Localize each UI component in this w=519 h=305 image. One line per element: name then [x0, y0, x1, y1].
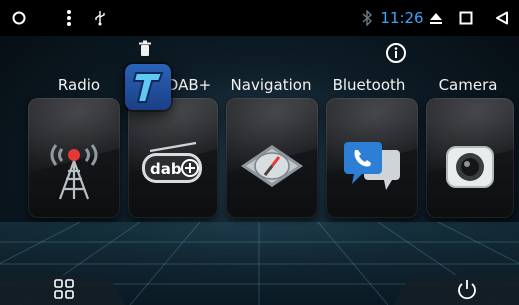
letter-t-icon [132, 72, 164, 103]
label-bluetooth: Bluetooth [332, 76, 406, 94]
clock: 11:26 [380, 9, 424, 27]
apps-grid-icon[interactable] [53, 278, 75, 300]
label-camera: Camera [438, 76, 498, 94]
back-icon[interactable] [494, 0, 510, 36]
label-radio: Radio [57, 76, 101, 94]
phone-chat-icon [340, 138, 404, 198]
trash-icon[interactable] [137, 40, 153, 58]
label-navigation: Navigation [230, 76, 312, 94]
radio-tower-icon [44, 131, 104, 205]
square-icon[interactable] [458, 0, 474, 36]
bottom-bar [0, 265, 519, 305]
usb-icon [93, 0, 107, 36]
dragged-app-icon[interactable] [125, 64, 171, 110]
power-icon[interactable] [456, 278, 478, 300]
status-bar: 11:26 [0, 0, 519, 36]
circle-icon[interactable] [10, 0, 28, 36]
bluetooth-tile[interactable] [326, 98, 418, 218]
dab-tile[interactable]: dab [128, 98, 218, 218]
camera-tile[interactable] [426, 98, 514, 218]
info-icon[interactable] [385, 42, 407, 64]
eject-icon[interactable] [428, 0, 444, 36]
bluetooth-icon [360, 0, 374, 36]
radio-tile[interactable] [28, 98, 120, 218]
camera-icon [441, 137, 499, 199]
navigation-tile[interactable] [226, 98, 318, 218]
compass-icon [237, 141, 307, 195]
svg-text:dab: dab [150, 160, 182, 178]
dab-radio-icon: dab [138, 141, 208, 195]
more-vertical-icon[interactable] [62, 0, 76, 36]
